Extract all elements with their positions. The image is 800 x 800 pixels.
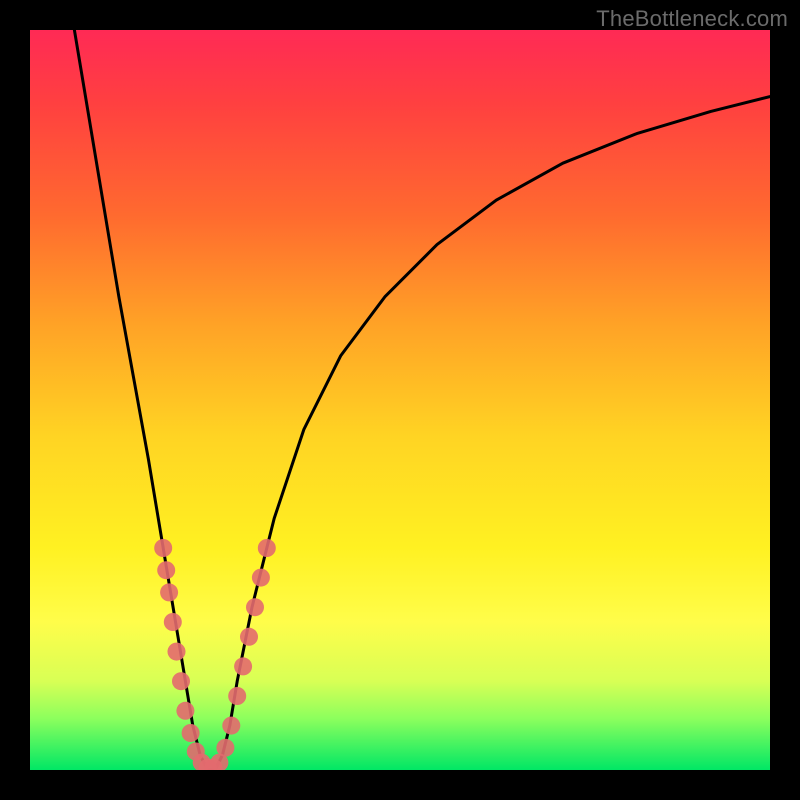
marker-dot (252, 569, 270, 587)
chart-frame: TheBottleneck.com (0, 0, 800, 800)
plot-area (30, 30, 770, 770)
marker-dot (164, 613, 182, 631)
marker-dot (240, 628, 258, 646)
marker-dot (160, 583, 178, 601)
marker-dot (176, 702, 194, 720)
marker-dot (216, 739, 234, 757)
marker-dot (258, 539, 276, 557)
marker-dot (168, 643, 186, 661)
marker-dot (172, 672, 190, 690)
marker-dot (222, 717, 240, 735)
marker-dots (154, 539, 276, 770)
watermark-text: TheBottleneck.com (596, 6, 788, 32)
marker-dot (234, 657, 252, 675)
marker-dot (228, 687, 246, 705)
marker-dot (157, 561, 175, 579)
marker-dot (154, 539, 172, 557)
marker-dot (182, 724, 200, 742)
marker-dot (246, 598, 264, 616)
chart-svg (30, 30, 770, 770)
